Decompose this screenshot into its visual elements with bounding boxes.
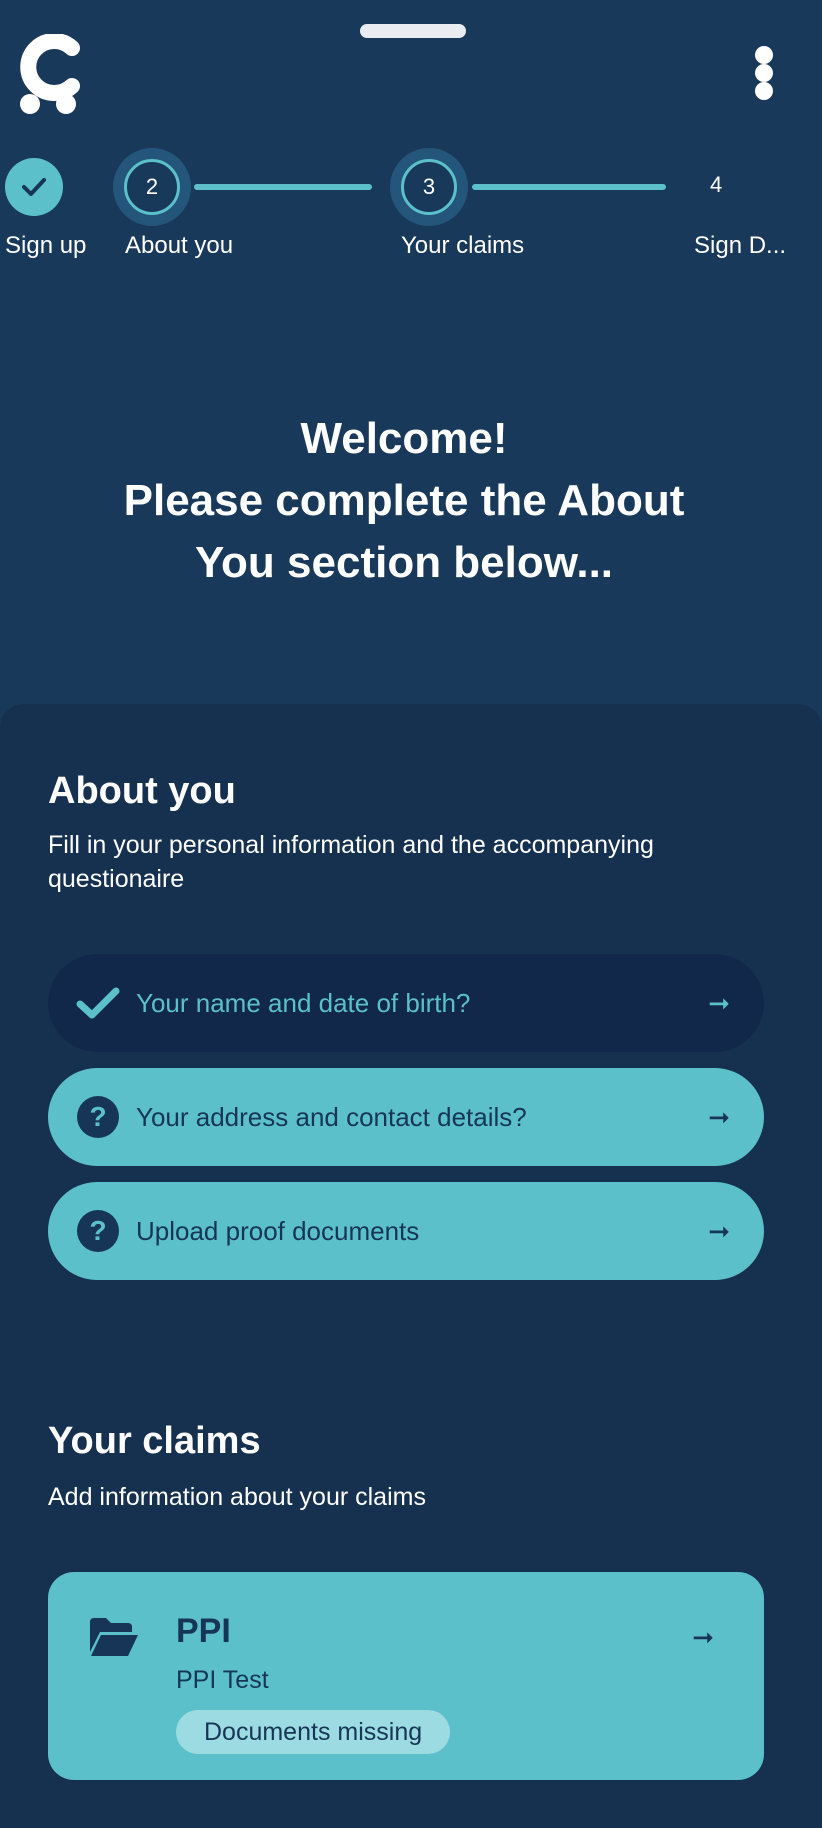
- arrow-right-icon: ➞: [708, 987, 730, 1018]
- step-2-current[interactable]: 2: [113, 148, 191, 226]
- claim-title: PPI: [176, 1612, 231, 1650]
- step-label-sign-documents: Sign D...: [694, 232, 787, 259]
- task-label: Your name and date of birth?: [136, 987, 471, 1018]
- folder-open-icon: [90, 1618, 138, 1656]
- your-claims-subtitle: Add information about your claims: [48, 1483, 426, 1511]
- more-options-button[interactable]: [750, 46, 778, 100]
- task-label: Upload proof documents: [136, 1215, 420, 1246]
- task-address-contact[interactable]: ? Your address and contact details? ➞: [48, 1068, 764, 1166]
- arrow-right-icon: ➞: [692, 1622, 714, 1652]
- about-you-subtitle: Fill in your personal information and th…: [48, 831, 654, 893]
- check-icon: [22, 178, 46, 196]
- task-upload-proof[interactable]: ? Upload proof documents ➞: [48, 1182, 764, 1280]
- status-badge: Documents missing: [176, 1710, 451, 1754]
- progress-stepper: 2 3 4 Sign up About you Your claims Sign…: [0, 148, 822, 268]
- question-icon: ?: [77, 1096, 119, 1138]
- task-name-dob[interactable]: Your name and date of birth? ➞: [48, 954, 764, 1052]
- arrow-right-icon: ➞: [708, 1215, 730, 1246]
- more-dots-icon: [755, 46, 773, 64]
- app-logo: [20, 34, 80, 114]
- check-icon: [76, 981, 120, 1025]
- step-1-complete[interactable]: [5, 158, 63, 216]
- claim-card-ppi[interactable]: PPI PPI Test Documents missing ➞: [48, 1572, 764, 1780]
- question-icon: ?: [77, 1210, 119, 1252]
- welcome-heading: Welcome! Please complete the About You s…: [123, 414, 685, 587]
- task-label: Your address and contact details?: [136, 1101, 527, 1132]
- step-connector: [472, 184, 666, 190]
- arrow-right-icon: ➞: [708, 1101, 730, 1132]
- step-3[interactable]: 3: [390, 148, 468, 226]
- about-you-title: About you: [48, 770, 236, 812]
- claim-subtitle: PPI Test: [176, 1666, 269, 1694]
- step-4-number[interactable]: 4: [710, 172, 722, 198]
- sheet-grab-handle[interactable]: [360, 24, 466, 38]
- step-number: 3: [422, 174, 436, 199]
- step-label-your-claims: Your claims: [401, 232, 525, 259]
- step-label-about-you: About you: [125, 232, 234, 259]
- your-claims-title: Your claims: [48, 1420, 261, 1462]
- step-label-sign-up: Sign up: [5, 232, 87, 259]
- step-number: 2: [145, 174, 159, 199]
- step-connector: [194, 184, 372, 190]
